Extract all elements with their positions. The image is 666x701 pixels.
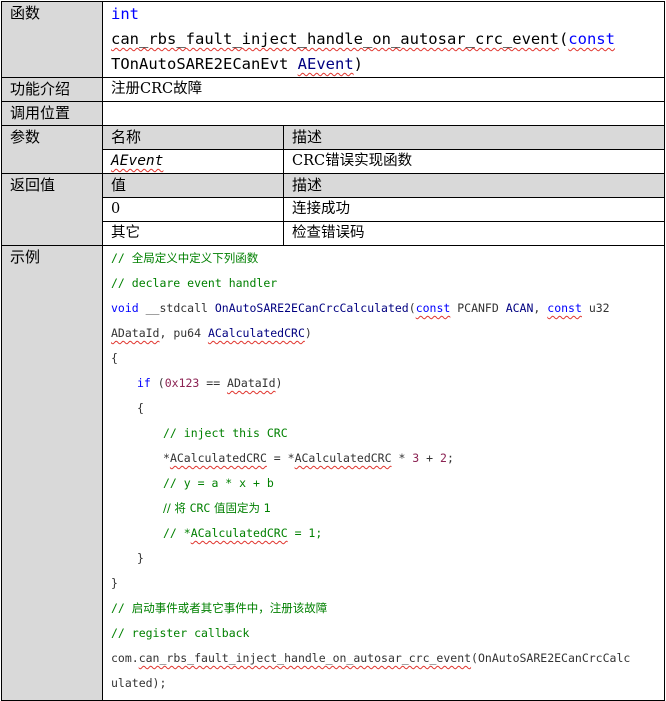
param-name-text: AEvent (111, 153, 164, 169)
sig-param-type: TOnAutoSARE2ECanEvt (111, 55, 289, 73)
example-code: // 全局定义中定义下列函数 // declare event handler … (101, 245, 666, 701)
code-line: ulated); (111, 676, 167, 690)
code-line: { (111, 351, 118, 365)
code-line: // inject this CRC (163, 426, 288, 440)
sig-param-name: AEvent (297, 55, 354, 73)
call-location-label: 调用位置 (1, 101, 103, 126)
code-line: // 将 CRC 值固定为 1 (163, 501, 271, 515)
return-value: 其它 (102, 221, 284, 246)
sig-return-type: int (111, 5, 139, 23)
return-desc: 连接成功 (282, 197, 666, 222)
param-desc: CRC错误实现函数 (282, 149, 666, 174)
sig-const: const (568, 30, 615, 48)
code-line: // register callback (111, 626, 250, 640)
return-label: 返回值 (1, 173, 103, 246)
function-signature: int can_rbs_fault_inject_handle_on_autosa… (101, 1, 666, 78)
code-line: // y = a * x + b (163, 476, 274, 490)
return-header-desc: 描述 (282, 173, 666, 198)
example-row: 示例 // 全局定义中定义下列函数 // declare event handl… (1, 245, 666, 701)
code-line: } (137, 551, 144, 565)
call-location-row: 调用位置 (1, 101, 666, 126)
code-line: // declare event handler (111, 276, 278, 290)
sig-open-paren: ( (558, 30, 569, 48)
code-line: // 启动事件或者其它事件中，注册该故障 (111, 601, 328, 615)
code-line: void __stdcall OnAutoSARE2ECanCrcCalcula… (111, 301, 610, 315)
intro-row: 功能介绍 注册CRC故障 (1, 77, 666, 102)
params-header-row: 参数 名称 描述 (1, 125, 666, 174)
code-line: com.can_rbs_fault_inject_handle_on_autos… (111, 651, 631, 665)
sig-function-name: can_rbs_fault_inject_handle_on_autosar_c… (111, 30, 559, 48)
params-header-desc: 描述 (282, 125, 666, 150)
code-line: { (137, 401, 144, 415)
code-line: } (111, 576, 118, 590)
call-location-value (101, 101, 666, 126)
intro-value: 注册CRC故障 (101, 77, 666, 102)
example-label: 示例 (1, 245, 103, 701)
return-header-row: 返回值 值 描述 (1, 173, 666, 246)
sig-close-paren: ) (353, 55, 363, 73)
code-line: if (0x123 == ADataId) (137, 376, 283, 390)
function-label: 函数 (1, 1, 103, 78)
intro-label: 功能介绍 (1, 77, 103, 102)
return-header-value: 值 (102, 173, 284, 198)
code-line: *ACalculatedCRC = *ACalculatedCRC * 3 + … (163, 451, 454, 465)
return-desc: 检查错误码 (282, 221, 666, 246)
code-line: // *ACalculatedCRC = 1; (163, 526, 323, 540)
function-row: 函数 int can_rbs_fault_inject_handle_on_aut… (1, 1, 666, 78)
code-line: // 全局定义中定义下列函数 (111, 251, 259, 265)
return-value: 0 (102, 197, 284, 222)
api-doc-table: 函数 int can_rbs_fault_inject_handle_on_aut… (1, 1, 666, 701)
param-name: AEvent (102, 149, 284, 174)
params-header-name: 名称 (102, 125, 284, 150)
code-line: ADataId, pu64 ACalculatedCRC) (111, 326, 312, 340)
params-label: 参数 (1, 125, 103, 174)
